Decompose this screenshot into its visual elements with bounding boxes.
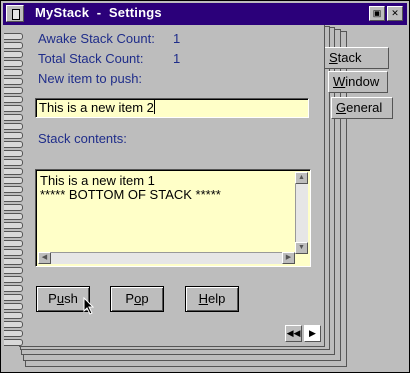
push-button[interactable]: Push	[36, 286, 90, 312]
spiral-ring	[4, 85, 24, 94]
page-forward-icon[interactable]: ▶	[304, 325, 321, 342]
spiral-ring	[4, 256, 24, 265]
awake-count-value: 1	[173, 31, 181, 46]
tab-general[interactable]: General	[331, 97, 393, 119]
tab-general-mnemonic: G	[336, 100, 347, 115]
spiral-ring	[4, 283, 24, 292]
scroll-right-icon[interactable]: ▶	[282, 252, 295, 264]
spiral-ring	[4, 76, 24, 85]
spiral-ring	[4, 148, 24, 157]
help-button[interactable]: Help	[185, 286, 239, 312]
spiral-ring	[4, 211, 24, 220]
spiral-ring	[4, 238, 24, 247]
page-back-icon[interactable]: ◀◀	[285, 325, 302, 342]
stack-contents-list[interactable]: This is a new item 1 ***** BOTTOM OF STA…	[35, 169, 311, 267]
push-button-text-1: P	[48, 291, 57, 306]
total-count-value: 1	[173, 51, 181, 66]
spiral-ring	[4, 193, 24, 202]
text-caret	[153, 100, 155, 114]
spiral-ring	[4, 301, 24, 310]
spiral-ring	[4, 337, 24, 346]
spiral-ring	[4, 328, 24, 337]
scroll-left-icon[interactable]: ◀	[38, 252, 51, 264]
spiral-ring	[4, 49, 24, 58]
spiral-ring	[4, 40, 24, 49]
mouse-pointer-icon	[83, 297, 95, 315]
system-menu-icon[interactable]	[6, 5, 24, 22]
spiral-ring	[4, 166, 24, 175]
tab-stack-mnemonic: S	[329, 50, 338, 65]
scroll-down-icon[interactable]: ▼	[295, 242, 308, 254]
push-button-mnemonic: u	[56, 291, 65, 306]
new-item-text: This is a new item 2	[39, 100, 154, 115]
list-item[interactable]: This is a new item 1	[40, 173, 155, 188]
new-item-label: New item to push:	[38, 71, 143, 86]
spiral-ring	[4, 310, 24, 319]
spiral-ring	[4, 220, 24, 229]
list-item[interactable]: ***** BOTTOM OF STACK *****	[40, 187, 221, 202]
tab-stack-label: tack	[337, 50, 362, 65]
tab-window[interactable]: Window	[328, 71, 388, 93]
tab-general-label: eneral	[346, 100, 383, 115]
close-icon[interactable]: ✕	[387, 6, 403, 21]
spiral-ring	[4, 202, 24, 211]
title-bar[interactable]: MyStack - Settings ▣ ✕	[3, 3, 407, 25]
awake-count-label: Awake Stack Count:	[38, 31, 155, 46]
spiral-ring	[4, 31, 24, 40]
help-button-mnemonic: H	[198, 291, 209, 306]
tab-window-mnemonic: W	[333, 74, 346, 89]
new-item-input[interactable]: This is a new item 2	[35, 98, 309, 118]
vertical-scrollbar[interactable]: ▲ ▼	[295, 172, 308, 254]
spiral-ring	[4, 103, 24, 112]
pop-button-text-2: p	[141, 291, 149, 306]
spiral-ring	[4, 229, 24, 238]
spiral-ring	[4, 247, 24, 256]
spiral-ring	[4, 265, 24, 274]
spiral-ring	[4, 67, 24, 76]
push-button-text-2: sh	[64, 291, 78, 306]
pop-button[interactable]: Pop	[110, 286, 164, 312]
spiral-ring	[4, 94, 24, 103]
window-title: MyStack - Settings	[35, 5, 162, 20]
tab-window-label: indow	[345, 74, 380, 89]
spiral-ring	[4, 274, 24, 283]
spiral-ring	[4, 112, 24, 121]
spiral-ring	[4, 157, 24, 166]
spiral-ring	[4, 121, 24, 130]
spiral-ring	[4, 175, 24, 184]
pop-button-text-1: P	[125, 291, 135, 306]
horizontal-scrollbar[interactable]: ◀ ▶	[38, 252, 295, 264]
scroll-up-icon[interactable]: ▲	[295, 172, 308, 184]
restore-icon[interactable]: ▣	[369, 6, 385, 21]
help-button-text-2: elp	[208, 291, 226, 306]
spiral-ring	[4, 319, 24, 328]
spiral-ring	[4, 184, 24, 193]
spiral-ring	[4, 130, 24, 139]
stack-contents-label: Stack contents:	[38, 131, 127, 146]
total-count-label: Total Stack Count:	[38, 51, 144, 66]
settings-window: MyStack - Settings ▣ ✕ Stack Window Gene…	[0, 0, 410, 373]
tab-stack[interactable]: Stack	[325, 47, 389, 69]
spiral-ring	[4, 58, 24, 67]
spiral-ring	[4, 292, 24, 301]
spiral-ring	[4, 139, 24, 148]
